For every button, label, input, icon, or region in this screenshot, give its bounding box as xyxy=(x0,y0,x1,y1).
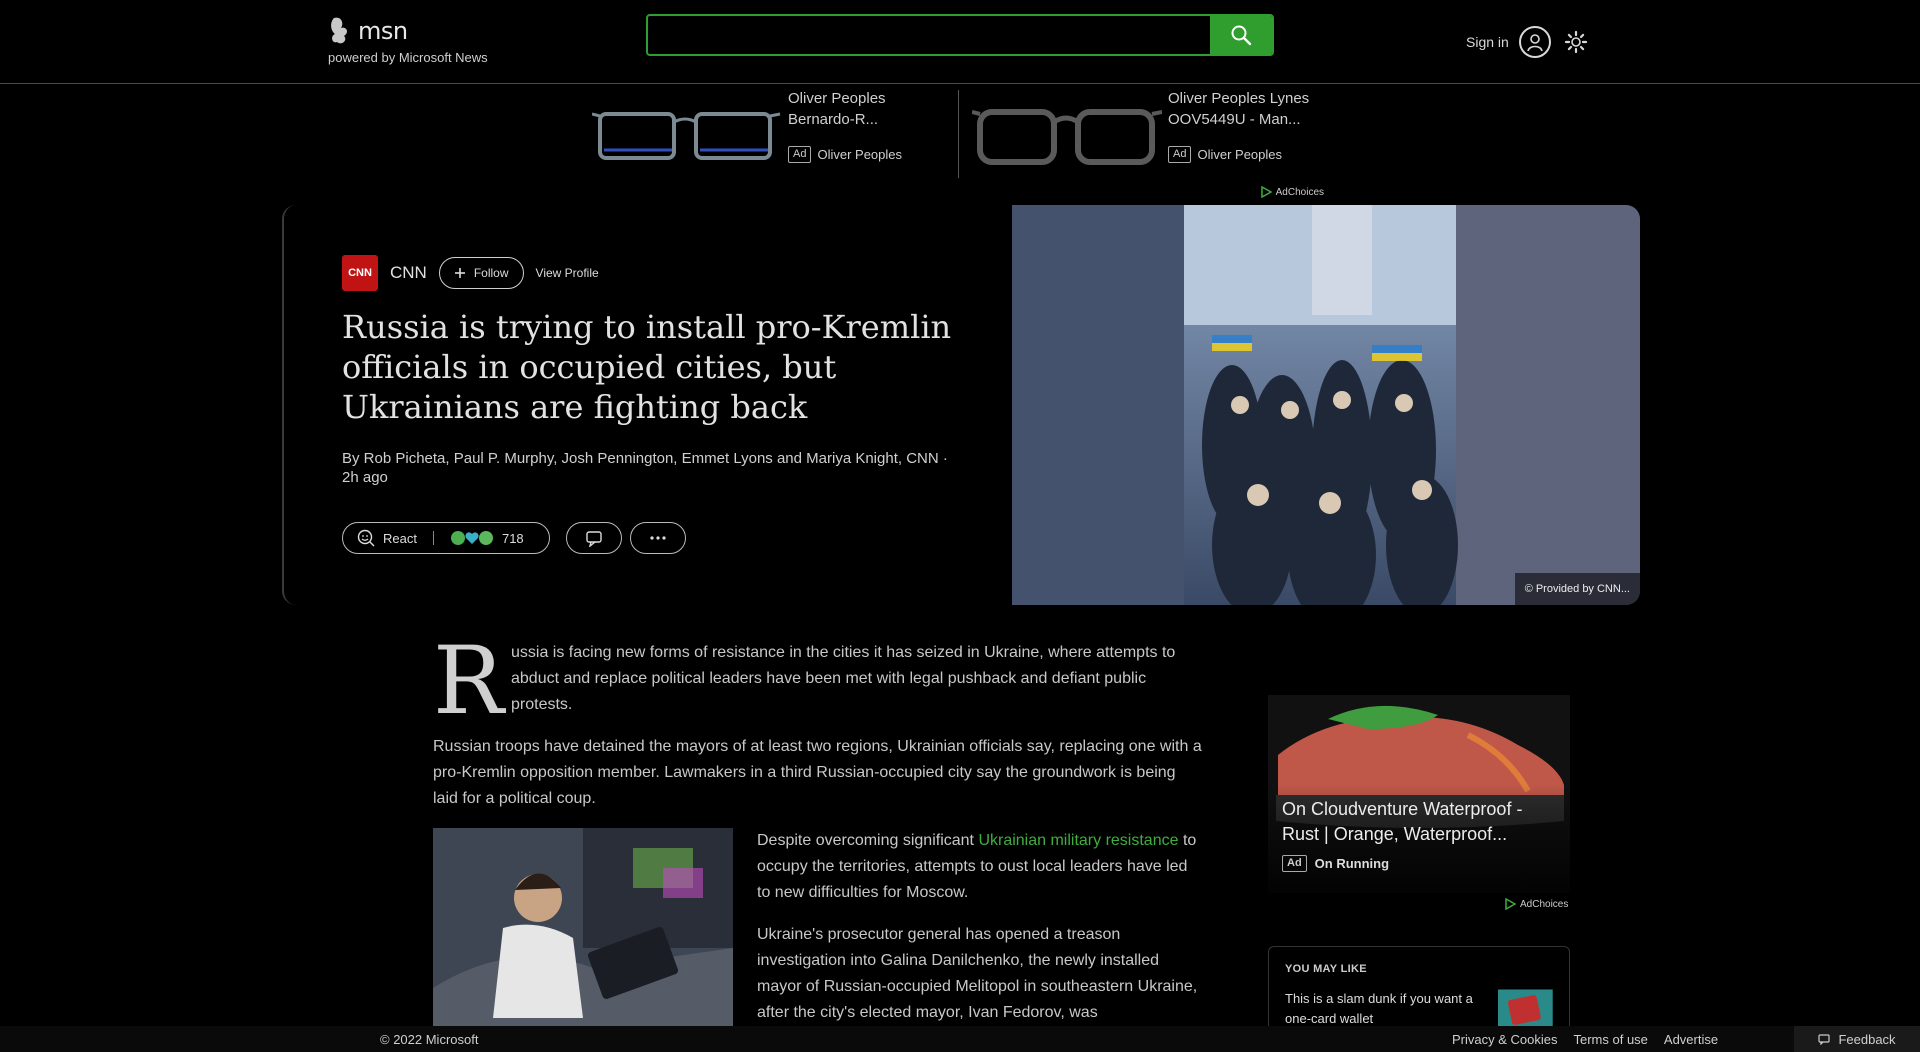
adchoices-icon xyxy=(1505,898,1516,910)
sign-in-label: Sign in xyxy=(1466,34,1509,50)
react-icon xyxy=(357,529,375,547)
glasses-image xyxy=(592,112,781,160)
ad-advertiser: On Running xyxy=(1314,856,1390,871)
more-icon xyxy=(650,536,666,540)
footer: © 2022 Microsoft Privacy & Cookies Terms… xyxy=(0,1026,1920,1052)
ad-divider xyxy=(958,90,959,178)
reaction-count: 718 xyxy=(501,530,524,546)
cnn-logo[interactable]: CNN xyxy=(342,255,378,291)
feedback-label: Feedback xyxy=(1838,1031,1896,1047)
privacy-link[interactable]: Privacy & Cookies xyxy=(1452,1032,1557,1047)
msn-butterfly-icon xyxy=(331,17,348,44)
adchoices-icon xyxy=(1260,186,1272,198)
image-credit: © Provided by CNN... xyxy=(1514,573,1640,605)
ad-badge: Ad xyxy=(788,146,812,163)
hero-card: CNN CNN Follow View Profile Russia is tr… xyxy=(282,205,1640,605)
drop-cap: R xyxy=(433,627,504,736)
paragraph-text: Despite overcoming significant xyxy=(757,832,979,849)
adchoices-label: AdChoices xyxy=(1275,186,1324,198)
user-icon xyxy=(1518,26,1551,58)
article-paragraph: Ukraine's prosecutor general has opened … xyxy=(757,926,1198,1021)
copyright: © 2022 Microsoft xyxy=(380,1032,479,1047)
search-input[interactable] xyxy=(648,16,1208,54)
gear-icon[interactable] xyxy=(1564,30,1588,54)
feedback-icon xyxy=(1818,1034,1831,1045)
sidebar-ad-card[interactable]: On Cloudventure Waterproof - Rust | Oran… xyxy=(1268,695,1570,893)
article-body: R ussia is facing new forms of resistanc… xyxy=(433,634,1203,1028)
react-separator xyxy=(432,531,434,545)
logo-text: msn xyxy=(358,17,408,45)
react-button[interactable]: React 718 xyxy=(342,522,550,554)
sidebar-ad-title: On Cloudventure Waterproof - Rust | Oran… xyxy=(1282,799,1523,844)
react-label: React xyxy=(383,530,417,546)
ad-badge: Ad xyxy=(1168,146,1192,163)
msn-logo[interactable]: msn powered by Microsoft News xyxy=(328,14,518,70)
ad-badge: Ad xyxy=(1282,855,1307,872)
adchoices-label: AdChoices xyxy=(1520,898,1569,910)
source-name[interactable]: CNN xyxy=(390,263,427,283)
top-header: msn powered by Microsoft News Sign in xyxy=(0,0,1920,84)
ad-title-line2: OOV5449U - Man... xyxy=(1168,111,1301,128)
article-paragraph: Despite overcoming significant Ukrainian… xyxy=(757,828,1203,906)
follow-label: Follow xyxy=(473,266,509,280)
inline-ad-image[interactable] xyxy=(433,828,733,1028)
adchoices-link[interactable]: AdChoices xyxy=(1260,186,1324,198)
article-paragraph: R ussia is facing new forms of resistanc… xyxy=(433,634,1203,730)
ad-advertiser: Oliver Peoples xyxy=(817,147,903,162)
plus-icon xyxy=(454,268,465,278)
ad-title-line2: Bernardo-R... xyxy=(788,111,879,128)
ad-title-line1: Oliver Peoples xyxy=(788,90,886,107)
ad-title-line1: Oliver Peoples Lynes xyxy=(1168,90,1310,107)
you-may-like-title: YOU MAY LIKE xyxy=(1285,963,1367,975)
ad-advertiser: Oliver Peoples xyxy=(1197,147,1283,162)
article-paragraph: Russian troops have detained the mayors … xyxy=(433,738,1202,807)
follow-button[interactable]: Follow xyxy=(438,257,524,289)
adchoices-link[interactable]: AdChoices xyxy=(1504,898,1568,910)
article-headline: Russia is trying to install pro-Kremlin … xyxy=(342,308,952,426)
search-icon xyxy=(1231,25,1252,46)
search-box xyxy=(646,14,1274,56)
search-button[interactable] xyxy=(1210,16,1272,54)
advertise-link[interactable]: Advertise xyxy=(1664,1032,1718,1047)
paragraph-text: ussia is facing new forms of resistance … xyxy=(511,644,1176,713)
article-media-row: Despite overcoming significant Ukrainian… xyxy=(433,828,1203,1028)
protest-crowd-image xyxy=(1012,205,1640,605)
hero-image[interactable]: © Provided by CNN... xyxy=(1012,205,1640,605)
ad-card-glasses-2[interactable]: Oliver Peoples Lynes OOV5449U - Man... A… xyxy=(972,88,1332,180)
more-options-button[interactable] xyxy=(630,522,686,554)
you-may-like-item[interactable]: This is a slam dunk if you want a one-ca… xyxy=(1285,989,1553,1029)
terms-link[interactable]: Terms of use xyxy=(1573,1032,1647,1047)
wallet-thumbnail xyxy=(1498,989,1553,1029)
sign-in-button[interactable]: Sign in xyxy=(1466,26,1551,58)
article-actions: React 718 xyxy=(342,522,686,554)
reactions-icon xyxy=(450,531,493,545)
glasses-image xyxy=(972,109,1162,165)
top-ad-strip: Oliver Peoples Bernardo-R... Ad Oliver P… xyxy=(592,88,1332,200)
you-may-like-text: This is a slam dunk if you want a one-ca… xyxy=(1285,991,1473,1026)
footer-links: Privacy & Cookies Terms of use Advertise xyxy=(1452,1032,1718,1047)
feedback-button[interactable]: Feedback xyxy=(1794,1026,1920,1052)
ad-card-glasses-1[interactable]: Oliver Peoples Bernardo-R... Ad Oliver P… xyxy=(592,88,952,180)
logo-subtitle: powered by Microsoft News xyxy=(328,50,488,65)
ukrainian-resistance-link[interactable]: Ukrainian military resistance xyxy=(978,832,1178,849)
hero-text: CNN CNN Follow View Profile Russia is tr… xyxy=(342,255,966,487)
view-profile-link[interactable]: View Profile xyxy=(536,266,599,280)
comments-button[interactable] xyxy=(566,522,622,554)
article-byline: By Rob Picheta, Paul P. Murphy, Josh Pen… xyxy=(342,450,948,486)
comment-icon xyxy=(586,531,602,547)
